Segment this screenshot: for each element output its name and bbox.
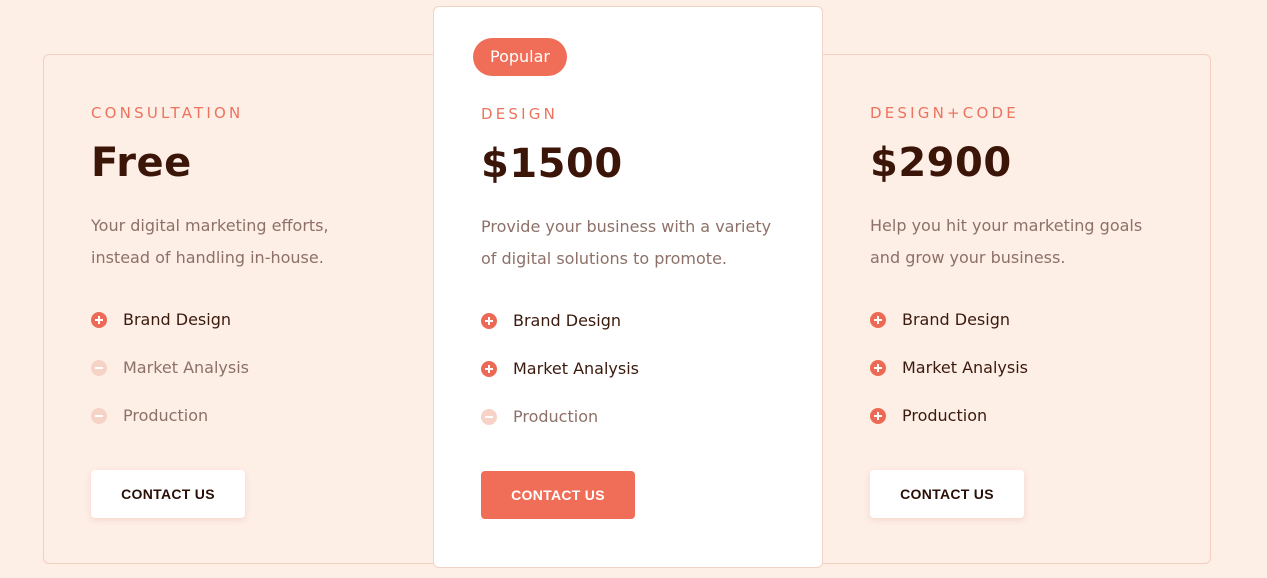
contact-us-button[interactable]: CONTACT US (91, 470, 245, 518)
minus-circle-icon (91, 408, 107, 424)
plus-circle-icon (481, 313, 497, 329)
plan-tier: CONSULTATION (91, 104, 244, 122)
feature-label: Brand Design (902, 310, 1010, 329)
feature-item: Production (870, 400, 1028, 448)
feature-item: Market Analysis (870, 352, 1028, 400)
contact-us-button[interactable]: CONTACT US (870, 470, 1024, 518)
minus-circle-icon (481, 409, 497, 425)
feature-label: Production (513, 407, 599, 426)
feature-item: Market Analysis (481, 353, 639, 401)
plan-price: Free (91, 140, 192, 186)
feature-label: Production (902, 406, 988, 425)
plan-description: Provide your business with a variety of … (481, 217, 772, 268)
feature-label: Market Analysis (902, 358, 1029, 377)
plus-circle-icon (870, 408, 886, 424)
plus-circle-icon (870, 312, 886, 328)
plus-circle-icon (870, 360, 886, 376)
feature-label: Market Analysis (123, 358, 250, 377)
pricing-card-consultation: CONSULTATION Free Your digital marketing… (91, 0, 411, 578)
pricing-card-design-code: DESIGN+CODE $2900 Help you hit your mark… (870, 0, 1190, 578)
feature-item: Production (91, 400, 249, 448)
feature-list: Brand Design Market Analysis Production (91, 304, 249, 448)
feature-item: Brand Design (870, 304, 1028, 352)
feature-label: Production (123, 406, 209, 425)
plus-circle-icon (91, 312, 107, 328)
plan-tier: DESIGN (481, 105, 559, 123)
minus-circle-icon (91, 360, 107, 376)
plan-price: $2900 (870, 140, 1012, 186)
pricing-card-design: Popular DESIGN $1500 Provide your busine… (433, 6, 823, 568)
feature-label: Brand Design (123, 310, 231, 329)
feature-list: Brand Design Market Analysis Production (481, 305, 639, 449)
contact-us-button[interactable]: CONTACT US (481, 471, 635, 519)
plus-circle-icon (481, 361, 497, 377)
feature-item: Brand Design (481, 305, 639, 353)
feature-item: Brand Design (91, 304, 249, 352)
feature-item: Production (481, 401, 639, 449)
plan-tier: DESIGN+CODE (870, 104, 1019, 122)
plan-price: $1500 (481, 141, 623, 187)
feature-list: Brand Design Market Analysis Production (870, 304, 1028, 448)
plan-description: Help you hit your marketing goals and gr… (870, 216, 1143, 267)
popular-badge: Popular (473, 38, 567, 76)
plan-description: Your digital marketing efforts, instead … (91, 216, 329, 267)
feature-item: Market Analysis (91, 352, 249, 400)
feature-label: Market Analysis (513, 359, 640, 378)
feature-label: Brand Design (513, 311, 621, 330)
